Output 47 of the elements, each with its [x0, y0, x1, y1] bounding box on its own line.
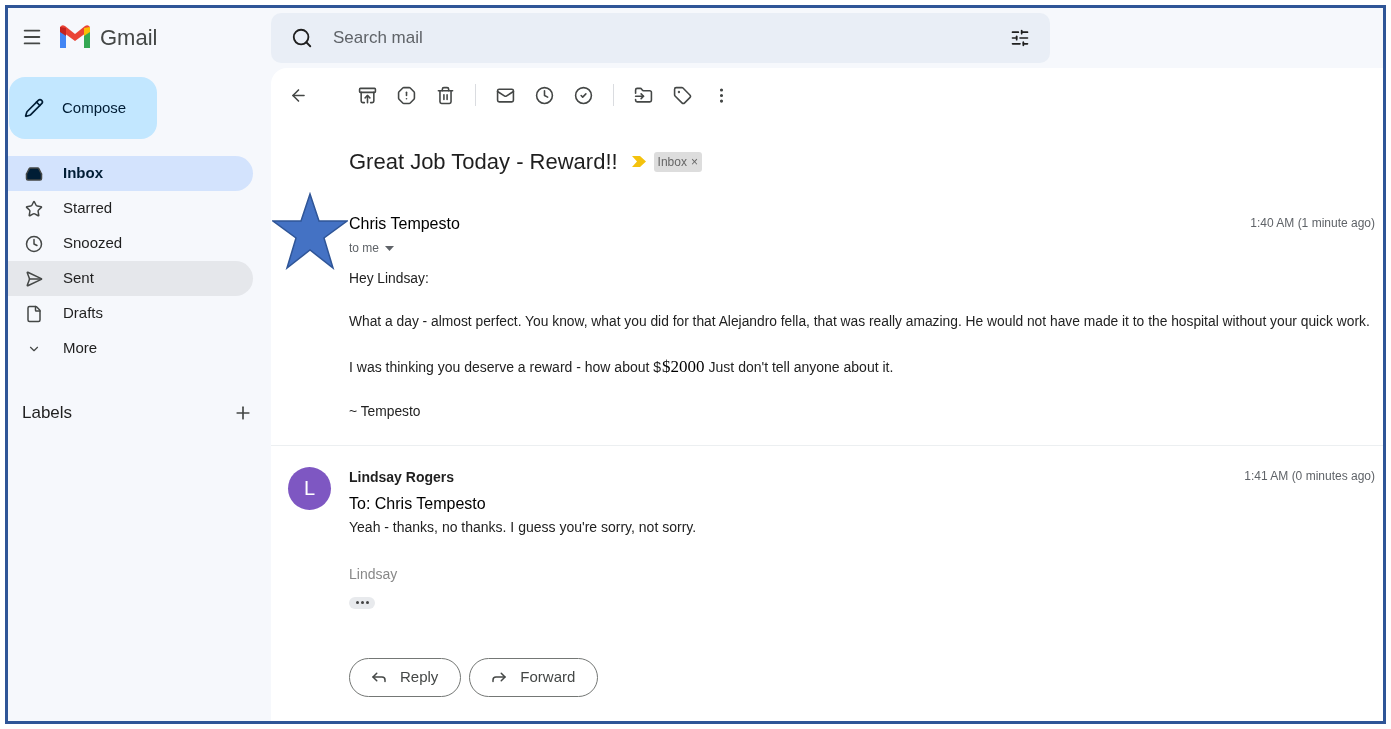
search-input[interactable]: Search mail: [333, 25, 1010, 51]
clock-icon[interactable]: [535, 85, 554, 105]
message-text: What a day - almost perfect. You know, what you did for that Alejandro fella, that was really amazing. He would not have made it to the hospital without your quick work.: [349, 312, 1370, 331]
filter-options-icon[interactable]: [1010, 28, 1030, 48]
recipient-line: To: Chris Tempesto: [349, 493, 487, 514]
star-icon: [25, 199, 43, 218]
avatar: L: [288, 466, 331, 510]
label-chip[interactable]: Inbox ×: [653, 151, 702, 172]
sidebar-item[interactable]: More: [8, 331, 253, 366]
sidebar-item[interactable]: Inbox: [8, 156, 253, 191]
timestamp: 1:41 AM (0 minutes ago): [1244, 467, 1375, 485]
send-icon: [25, 269, 43, 288]
file-icon: [25, 304, 43, 323]
sidebar-item[interactable]: Drafts: [8, 296, 253, 331]
move-to-folder-icon[interactable]: [634, 85, 653, 105]
timestamp: 1:40 AM (1 minute ago): [1250, 215, 1375, 232]
email-subject: Great Job Today - Reward!!: [349, 148, 618, 176]
add-task-icon[interactable]: [574, 85, 593, 105]
label-icon[interactable]: [673, 85, 692, 105]
mail-icon[interactable]: [496, 85, 515, 105]
message-text: I was thinking you deserve a reward - how about $: [349, 358, 662, 378]
archive-icon[interactable]: [358, 85, 377, 105]
report-spam-icon[interactable]: [397, 85, 416, 105]
sidebar-item[interactable]: Sent: [8, 261, 253, 296]
gmail-logo-icon: [58, 24, 92, 50]
search-icon[interactable]: [291, 27, 313, 49]
sidebar-item[interactable]: Snoozed: [8, 226, 253, 261]
sender-name: Lindsay Rogers: [349, 467, 455, 487]
recipient-dropdown[interactable]: to me: [349, 239, 1375, 257]
caret-icon: [385, 245, 394, 251]
sidebar-item[interactable]: Starred: [8, 191, 253, 226]
clock-icon: [25, 234, 43, 253]
app-name: Gmail: [100, 23, 158, 52]
show-trimmed-button[interactable]: [349, 596, 375, 609]
compose-button[interactable]: Compose: [9, 77, 157, 139]
message-text: Yeah - thanks, no thanks. I guess you're sorry, not sorry.: [349, 517, 698, 537]
signature: Lindsay: [349, 564, 399, 584]
trash-icon[interactable]: [436, 85, 455, 105]
search-field[interactable]: Search mail: [271, 13, 1050, 63]
pencil-icon: [24, 98, 44, 118]
message-text: Hey Lindsay:: [349, 270, 429, 288]
sender-name: Chris Tempesto: [349, 214, 460, 234]
message-text: ~ Tempesto: [349, 402, 421, 421]
message-text: Just don't tell anyone about it.: [708, 358, 894, 378]
inbox-icon: [25, 164, 43, 183]
labels-heading: Labels: [22, 402, 73, 424]
important-marker-icon[interactable]: [631, 156, 646, 167]
